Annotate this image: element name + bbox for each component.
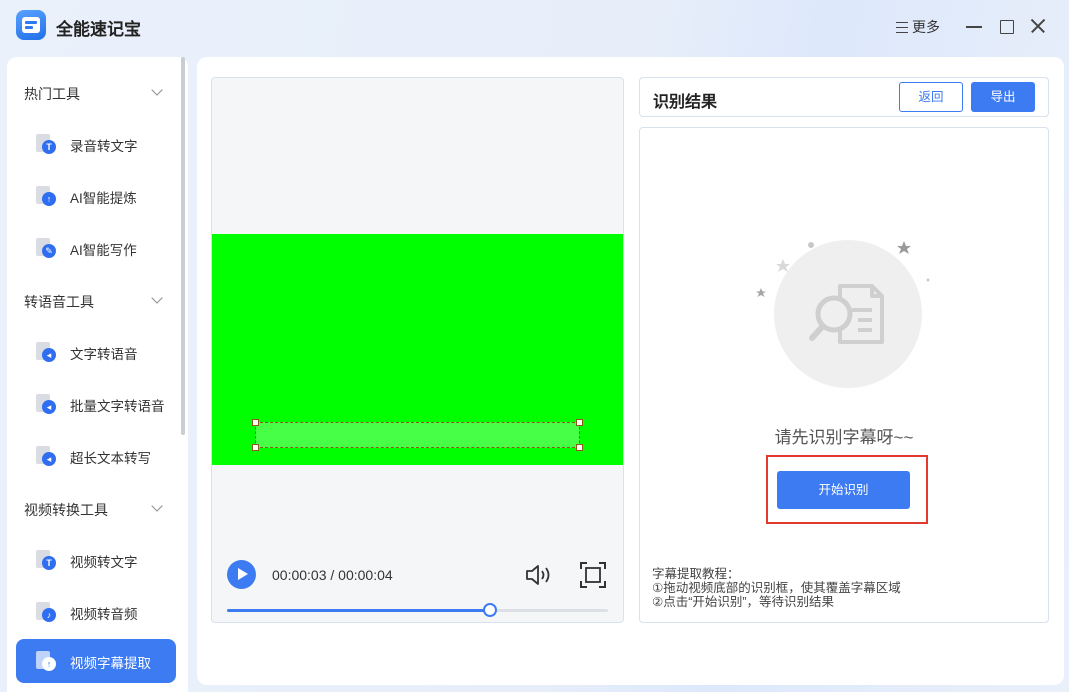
text-to-speech-icon: ◂ [36,342,56,362]
progress-thumb[interactable] [482,603,497,617]
sidebar: 热门工具 T 录音转文字 ↑ AI智能提炼 ✎ AI智能写作 转语音工具 ◂ 文… [7,57,188,692]
tutorial-title: 字幕提取教程： [652,567,740,581]
video-to-text-icon: T [36,550,56,570]
chevron-down-icon[interactable] [151,292,163,304]
sidebar-scrollbar[interactable] [181,57,185,435]
total-time: 00:00:04 [338,567,393,583]
long-text-icon: ◂ [36,446,56,466]
tutorial-step-1: ①拖动视频底部的识别框，使其覆盖字幕区域 [652,581,901,595]
sidebar-item-long-text[interactable]: ◂ 超长文本转写 [16,434,176,478]
more-menu-label: 更多 [912,19,940,35]
empty-search-illustration [756,240,930,388]
chevron-down-icon[interactable] [151,84,163,96]
fullscreen-icon[interactable] [580,562,606,588]
minimize-icon[interactable] [964,16,984,36]
sidebar-item-ai-extract[interactable]: ↑ AI智能提炼 [16,174,176,218]
sidebar-group-video-tools[interactable]: 视频转换工具 [24,500,108,520]
tutorial-step-2: ②点击“开始识别”，等待识别结果 [652,595,835,609]
export-button[interactable]: 导出 [971,82,1035,112]
sidebar-item-label: 超长文本转写 [70,451,151,466]
result-title: 识别结果 [653,94,718,111]
resize-handle[interactable] [252,444,259,451]
sidebar-item-ai-writing[interactable]: ✎ AI智能写作 [16,226,176,270]
progress-track[interactable] [227,609,608,612]
sidebar-item-label: 录音转文字 [70,139,138,154]
batch-tts-icon: ◂ [36,394,56,414]
audio-to-text-icon: T [36,134,56,154]
title-bar: 全能速记宝 更多 [0,0,1069,54]
close-icon[interactable] [1028,16,1048,36]
play-button[interactable] [227,560,256,589]
app-title: 全能速记宝 [56,20,141,39]
sidebar-item-batch-tts[interactable]: ◂ 批量文字转语音 [16,382,176,426]
subtitle-extract-icon: ↑ [36,651,56,671]
start-recognition-button[interactable]: 开始识别 [777,471,910,509]
sidebar-item-video-to-audio[interactable]: ♪ 视频转音频 [16,590,176,634]
volume-icon[interactable] [525,563,553,587]
sidebar-item-audio-to-text[interactable]: T 录音转文字 [16,122,176,166]
sidebar-item-subtitle-extract[interactable]: ↑ 视频字幕提取 [16,639,176,683]
sidebar-item-label: 视频转文字 [70,555,138,570]
app-logo-icon [16,10,46,40]
resize-handle[interactable] [576,444,583,451]
sidebar-item-label: 视频字幕提取 [70,656,151,671]
ai-extract-icon: ↑ [36,186,56,206]
sidebar-item-label: 视频转音频 [70,607,138,622]
time-display: 00:00:03 / 00:00:04 [272,567,393,583]
menu-icon [896,21,908,33]
current-time: 00:00:03 [272,567,327,583]
subtitle-selection-box[interactable] [255,422,580,448]
sidebar-item-label: 批量文字转语音 [70,399,165,414]
tutorial-text: 字幕提取教程： ①拖动视频底部的识别框，使其覆盖字幕区域 ②点击“开始识别”，等… [652,567,901,609]
empty-state-text: 请先识别字幕呀~~ [774,428,914,447]
video-to-audio-icon: ♪ [36,602,56,622]
resize-handle[interactable] [576,419,583,426]
sidebar-item-label: AI智能提炼 [70,191,137,206]
ai-writing-icon: ✎ [36,238,56,258]
sidebar-item-text-to-speech[interactable]: ◂ 文字转语音 [16,330,176,374]
back-button[interactable]: 返回 [899,82,963,112]
maximize-icon[interactable] [996,16,1016,36]
progress-fill [227,609,490,612]
sidebar-group-tts-tools[interactable]: 转语音工具 [24,292,94,312]
sidebar-group-hot-tools[interactable]: 热门工具 [24,84,80,104]
more-menu-button[interactable]: 更多 [896,17,940,37]
sidebar-item-label: AI智能写作 [70,243,137,258]
resize-handle[interactable] [252,419,259,426]
sidebar-item-label: 文字转语音 [70,347,138,362]
sidebar-item-video-to-text[interactable]: T 视频转文字 [16,538,176,582]
chevron-down-icon[interactable] [151,500,163,512]
